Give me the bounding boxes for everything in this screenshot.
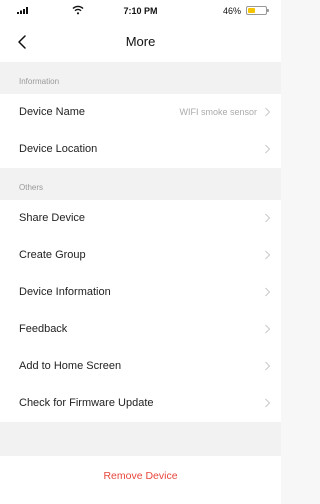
row-label: Feedback [19, 323, 68, 335]
row-label: Device Information [19, 286, 111, 298]
section-header-others: Others [0, 168, 281, 200]
device-name-value: WIFI smoke sensor [179, 107, 257, 117]
device-name-row[interactable]: Device Name WIFI smoke sensor [0, 94, 281, 131]
chevron-right-icon [265, 287, 271, 297]
create-group-row[interactable]: Create Group [0, 237, 281, 274]
row-label: Create Group [19, 249, 86, 261]
section-label: Information [19, 77, 60, 86]
share-device-row[interactable]: Share Device [0, 200, 281, 237]
feedback-row[interactable]: Feedback [0, 311, 281, 348]
chevron-right-icon [265, 398, 271, 408]
page-title: More [125, 34, 156, 49]
device-location-row[interactable]: Device Location [0, 131, 281, 168]
row-label: Share Device [19, 212, 86, 224]
row-label: Device Name [19, 106, 86, 118]
chevron-right-icon [265, 250, 271, 260]
chevron-right-icon [265, 324, 271, 334]
chevron-right-icon [265, 107, 271, 117]
chevron-right-icon [265, 144, 271, 154]
row-label: Add to Home Screen [19, 360, 122, 372]
section-header-information: Information [0, 62, 281, 94]
battery-icon [246, 6, 269, 15]
section-spacer [0, 422, 281, 456]
status-bar: 7:10 PM 46% [0, 0, 281, 22]
chevron-right-icon [265, 361, 271, 371]
row-label: Check for Firmware Update [19, 397, 154, 409]
add-to-home-screen-row[interactable]: Add to Home Screen [0, 348, 281, 385]
firmware-update-row[interactable]: Check for Firmware Update [0, 385, 281, 422]
section-label: Others [19, 183, 44, 192]
battery-percent: 46% [222, 6, 241, 16]
row-label: Device Location [19, 143, 98, 155]
remove-device-button[interactable]: Remove Device [0, 456, 281, 496]
nav-bar: More [0, 22, 281, 62]
chevron-right-icon [265, 213, 271, 223]
device-information-row[interactable]: Device Information [0, 274, 281, 311]
